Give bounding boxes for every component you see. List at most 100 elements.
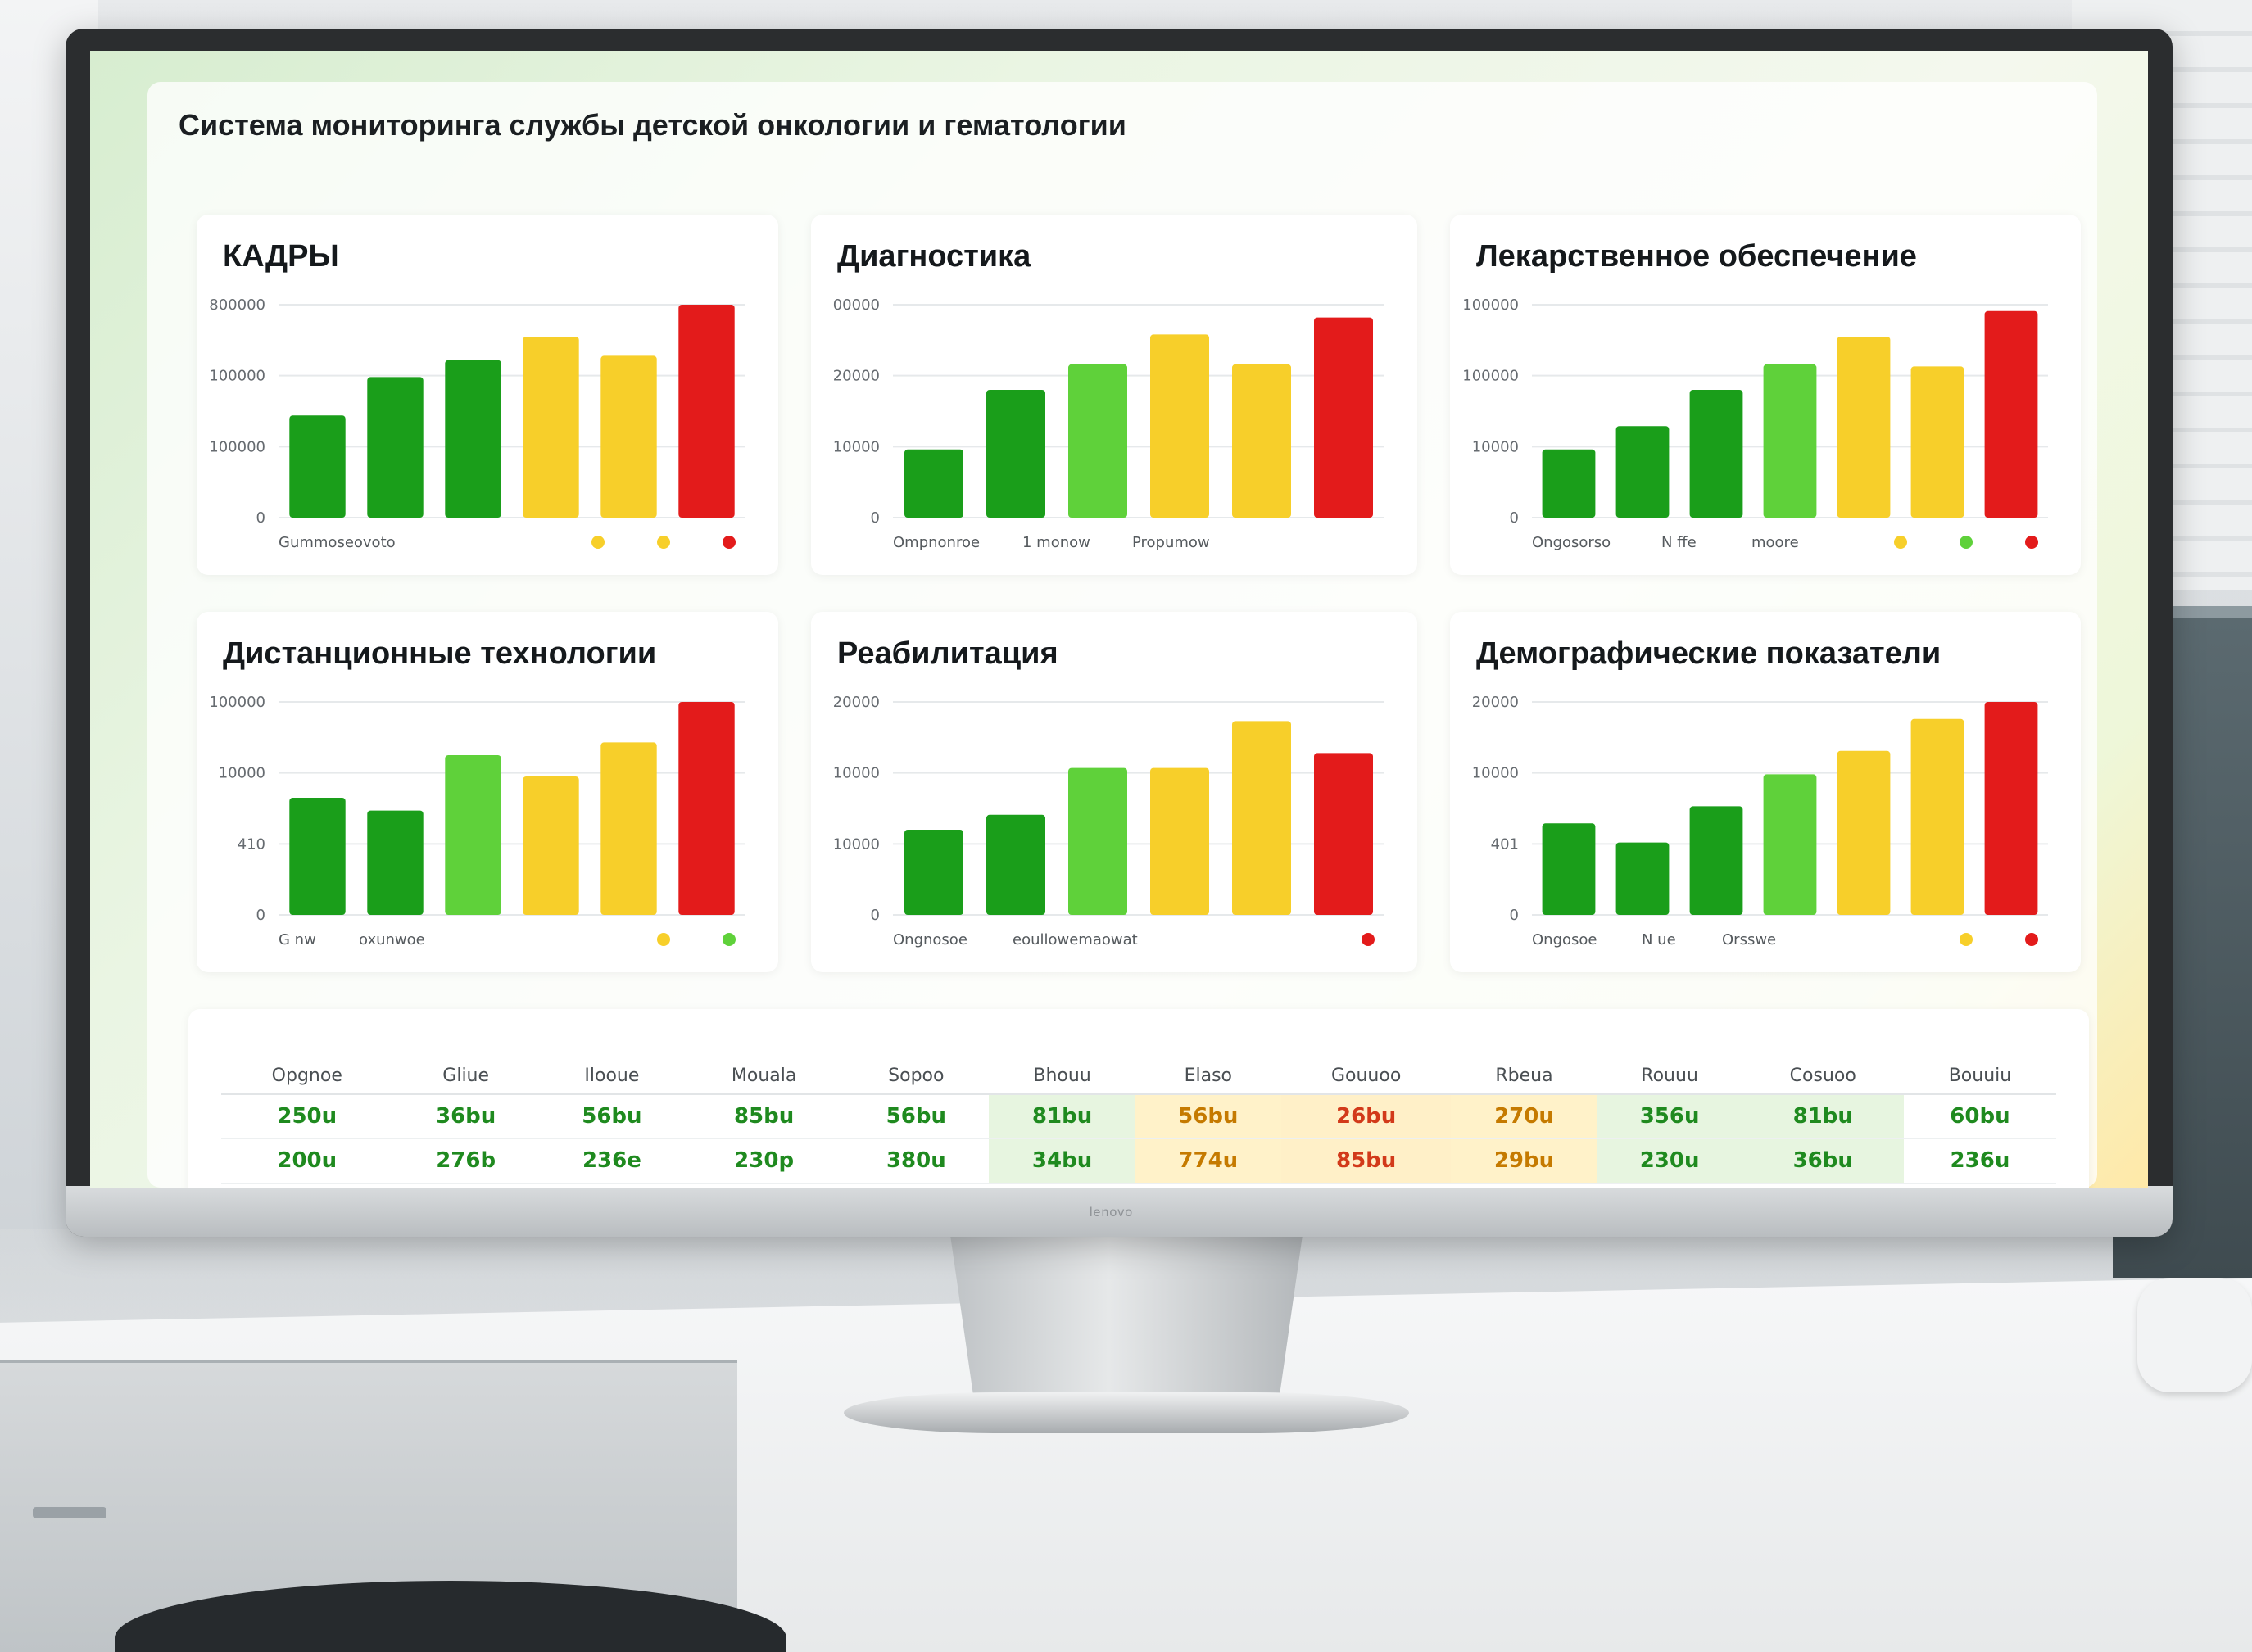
table-header-cell: Elaso <box>1135 1058 1281 1095</box>
bar[interactable] <box>1984 310 2038 518</box>
bar[interactable] <box>678 702 735 915</box>
legend-label: oxunwoe <box>359 931 425 948</box>
table-cell: 276b <box>392 1138 539 1184</box>
card-staff[interactable]: КАДРЫ 0 100000 100000 800000 Gummoseovoto <box>197 215 778 575</box>
y-tick-label: 0 <box>871 907 880 924</box>
card-demographics[interactable]: Демографические показатели 0 401 10000 2000… <box>1450 612 2081 972</box>
y-tick-label: 10000 <box>1472 765 1519 782</box>
bar[interactable] <box>1068 364 1127 518</box>
legend-label: Gummoseovoto <box>279 534 396 551</box>
bar[interactable] <box>1150 767 1209 915</box>
legend-dot <box>591 536 605 549</box>
bar[interactable] <box>1837 750 1891 915</box>
legend-dot <box>2025 933 2038 946</box>
table-cell: 36bu <box>392 1094 539 1139</box>
bar[interactable] <box>523 337 579 518</box>
bar[interactable] <box>904 830 963 915</box>
chart-drug-supply: 0 10000 100000 100000 Ongosorso N ffe moore <box>1462 296 2048 551</box>
card-diagnostics[interactable]: Диагностика 0 10000 20000 00000 Ompnonroe 1 m… <box>811 215 1417 575</box>
chart-telemedicine: 0 410 10000 100000 G nw oxunwoe <box>209 694 745 948</box>
bar[interactable] <box>600 742 657 915</box>
legend-label: Ongnosoe <box>893 931 967 948</box>
bar[interactable] <box>986 390 1045 518</box>
bar[interactable] <box>367 377 424 518</box>
bar[interactable] <box>1910 718 1964 915</box>
bar[interactable] <box>289 798 346 915</box>
monitor-stand-base <box>844 1392 1409 1433</box>
bar[interactable] <box>986 814 1045 915</box>
page-title: Система мониторинга службы детской онкол… <box>179 108 1126 142</box>
table-cell: 81bu <box>989 1094 1135 1139</box>
legend-dot <box>1960 933 1973 946</box>
y-tick-label: 10000 <box>833 835 880 853</box>
table-cell: 774u <box>1135 1138 1281 1184</box>
y-tick-label: 0 <box>1510 907 1519 924</box>
bar[interactable] <box>1689 390 1743 518</box>
y-tick-label: 100000 <box>209 694 265 711</box>
y-tick-label: 10000 <box>219 765 265 782</box>
bar[interactable] <box>1837 337 1891 518</box>
chart-staff: 0 100000 100000 800000 Gummoseovoto <box>209 296 745 551</box>
table-cell: 230p <box>685 1138 844 1184</box>
bar[interactable] <box>1150 334 1209 518</box>
y-tick-label: 0 <box>256 509 265 527</box>
bar[interactable] <box>367 810 424 915</box>
table-header-cell: Cosuoo <box>1742 1058 1904 1095</box>
y-tick-label: 401 <box>1491 835 1519 853</box>
bar[interactable] <box>523 776 579 915</box>
table-cell: 250u <box>221 1094 393 1139</box>
bar[interactable] <box>1763 774 1817 915</box>
table-header-cell: Ilooue <box>538 1058 686 1095</box>
bar[interactable] <box>1542 823 1596 915</box>
y-tick-label: 100000 <box>209 438 265 455</box>
bar[interactable] <box>1984 702 2038 915</box>
legend-dot <box>1362 933 1375 946</box>
table-cell: 56bu <box>1135 1094 1281 1139</box>
card-telemedicine[interactable]: Дистанционные технологии 0 410 10000 100000… <box>197 612 778 972</box>
bar[interactable] <box>1910 366 1964 518</box>
legend-label: Orsswe <box>1722 931 1776 948</box>
y-tick-label: 10000 <box>833 438 880 455</box>
bar[interactable] <box>600 355 657 518</box>
table-header-cell: Rbeua <box>1451 1058 1597 1095</box>
bar[interactable] <box>1232 364 1291 518</box>
bar[interactable] <box>289 415 346 518</box>
legend-label: N ue <box>1642 931 1676 948</box>
y-tick-label: 800000 <box>209 296 265 314</box>
table-header-cell: Mouala <box>685 1058 844 1095</box>
table-row[interactable]: 250u 36bu 56bu 85bu 56bu 81bu 56bu 26bu 270u 356u… <box>221 1094 2056 1139</box>
y-tick-label: 20000 <box>833 368 880 385</box>
y-tick-label: 100000 <box>209 368 265 385</box>
bar[interactable] <box>1232 721 1291 915</box>
table-cell: 236e <box>538 1138 686 1184</box>
table-cell: 356u <box>1597 1094 1742 1139</box>
bar[interactable] <box>445 360 501 518</box>
table-row[interactable]: 200u 276b 236e 230p 380u 34bu 774u 85bu 29bu 230u… <box>221 1138 2056 1184</box>
legend-dot <box>723 536 736 549</box>
monitor-brand: lenovo <box>1090 1206 1134 1220</box>
summary-table-card: Opgnoe Gliue Ilooue Mouala Sopoo Bhouu Elaso Go… <box>188 1009 2089 1188</box>
bar[interactable] <box>445 755 501 915</box>
bar[interactable] <box>1615 426 1670 518</box>
bar[interactable] <box>1689 806 1743 915</box>
bar[interactable] <box>1068 767 1127 915</box>
table-cell: 34bu <box>989 1138 1135 1184</box>
bar[interactable] <box>1314 753 1373 915</box>
bar[interactable] <box>678 305 735 518</box>
y-tick-label: 10000 <box>1472 438 1519 455</box>
card-rehabilitation[interactable]: Реабилитация 0 10000 10000 20000 Ongnosoe eou… <box>811 612 1417 972</box>
table-cell: 26bu <box>1280 1094 1452 1139</box>
bar[interactable] <box>904 449 963 518</box>
y-tick-label: 410 <box>238 835 265 853</box>
legend-dot <box>657 536 670 549</box>
bar[interactable] <box>1763 364 1817 518</box>
table-cell: 36bu <box>1742 1138 1904 1184</box>
y-tick-label: 10000 <box>833 765 880 782</box>
legend-label: N ffe <box>1661 534 1697 551</box>
bar[interactable] <box>1615 842 1670 915</box>
legend-label: Propumow <box>1132 534 1210 551</box>
card-drug-supply[interactable]: Лекарственное обеспечение 0 10000 100000 10… <box>1450 215 2081 575</box>
bar[interactable] <box>1314 317 1373 518</box>
bar[interactable] <box>1542 449 1596 518</box>
table-header-cell: Bhouu <box>989 1058 1135 1095</box>
